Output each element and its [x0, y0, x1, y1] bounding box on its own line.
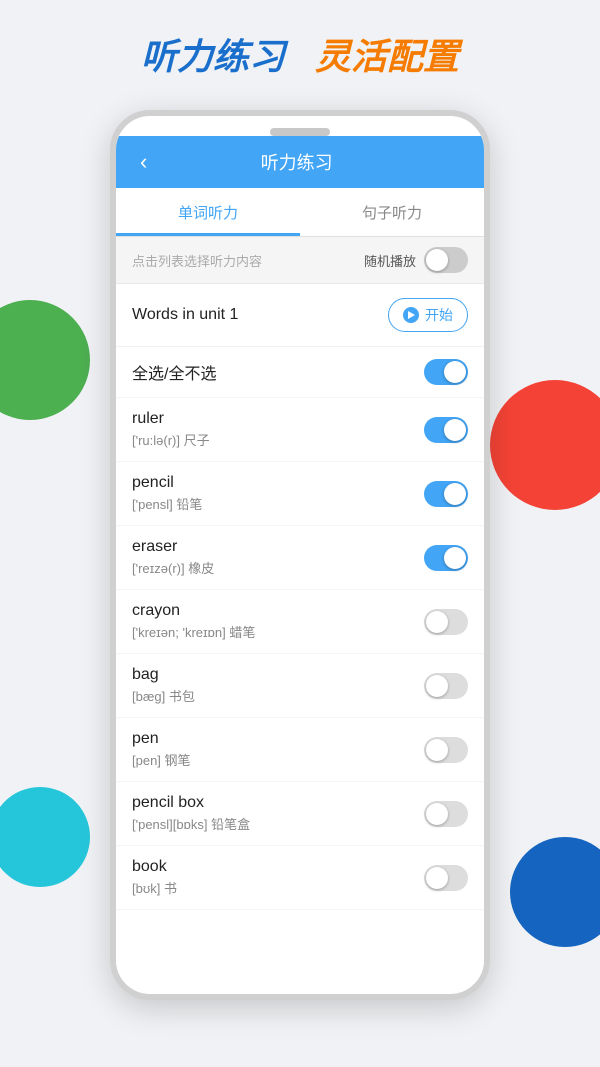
word-en-bag: bag: [132, 666, 195, 684]
word-phonetic-crayon: ['kreɪən; 'kreɪɒn] 蜡笔: [132, 622, 255, 641]
word-en-selectall: 全选/全不选: [132, 360, 216, 384]
word-en-crayon: crayon: [132, 602, 255, 620]
word-phonetic-ruler: ['ru:lə(r)] 尺子: [132, 430, 210, 449]
tab-bar: 单词听力 句子听力: [116, 188, 484, 237]
word-info-crayon: crayon ['kreɪən; 'kreɪɒn] 蜡笔: [132, 602, 255, 641]
word-en-eraser: eraser: [132, 538, 214, 556]
word-phonetic-bag: [bæg] 书包: [132, 686, 195, 705]
toggle-ruler[interactable]: [424, 417, 468, 443]
word-item-pen[interactable]: pen [pen] 钢笔: [116, 718, 484, 782]
word-info-book: book [bʊk] 书: [132, 858, 177, 897]
header-title-orange: 灵活配置: [315, 28, 459, 80]
word-item-crayon[interactable]: crayon ['kreɪən; 'kreɪɒn] 蜡笔: [116, 590, 484, 654]
word-en-book: book: [132, 858, 177, 876]
word-phonetic-pen: [pen] 钢笔: [132, 750, 191, 769]
word-info-selectall: 全选/全不选: [132, 360, 216, 384]
unit-label: Words in unit 1: [132, 306, 238, 324]
word-item-eraser[interactable]: eraser ['reɪzə(r)] 橡皮: [116, 526, 484, 590]
word-en-pencil: pencil: [132, 474, 202, 492]
unit-row: Words in unit 1 开始: [116, 284, 484, 347]
topbar-title: 听力练习: [155, 149, 438, 175]
toggle-book[interactable]: [424, 865, 468, 891]
toolbar-right: 随机播放: [364, 247, 468, 273]
word-en-pen: pen: [132, 730, 191, 748]
word-item-book[interactable]: book [bʊk] 书: [116, 846, 484, 910]
word-phonetic-pencil: ['pensl] 铅笔: [132, 494, 202, 513]
word-item-pencil[interactable]: pencil ['pensl] 铅笔: [116, 462, 484, 526]
phone-frame: ‹ 听力练习 单词听力 句子听力 点击列表选择听力内容 随机播放 Words i…: [110, 110, 490, 1000]
play-triangle: [408, 311, 415, 319]
tab-sentence-listening[interactable]: 句子听力: [300, 188, 484, 236]
deco-circle-green: [0, 300, 90, 420]
random-toggle[interactable]: [424, 247, 468, 273]
toggle-eraser[interactable]: [424, 545, 468, 571]
app-content: ‹ 听力练习 单词听力 句子听力 点击列表选择听力内容 随机播放 Words i…: [116, 136, 484, 982]
word-info-pencilbox: pencil box ['pensl][bɒks] 铅笔盒: [132, 794, 250, 833]
word-en-ruler: ruler: [132, 410, 210, 428]
toggle-pencilbox[interactable]: [424, 801, 468, 827]
toggle-selectall[interactable]: [424, 359, 468, 385]
word-item-selectall[interactable]: 全选/全不选: [116, 347, 484, 398]
header-title-blue: 听力练习: [141, 28, 285, 80]
word-list: 全选/全不选 ruler ['ru:lə(r)] 尺子 pencil ['pen…: [116, 347, 484, 982]
word-phonetic-pencilbox: ['pensl][bɒks] 铅笔盒: [132, 814, 250, 833]
deco-circle-teal: [0, 787, 90, 887]
word-phonetic-eraser: ['reɪzə(r)] 橡皮: [132, 558, 214, 577]
toggle-crayon[interactable]: [424, 609, 468, 635]
page-header: 听力练习 灵活配置: [0, 0, 600, 100]
top-bar: ‹ 听力练习: [116, 136, 484, 188]
word-item-pencilbox[interactable]: pencil box ['pensl][bɒks] 铅笔盒: [116, 782, 484, 846]
word-info-bag: bag [bæg] 书包: [132, 666, 195, 705]
random-label: 随机播放: [364, 251, 416, 270]
word-info-eraser: eraser ['reɪzə(r)] 橡皮: [132, 538, 214, 577]
word-info-ruler: ruler ['ru:lə(r)] 尺子: [132, 410, 210, 449]
start-btn-label: 开始: [425, 305, 453, 325]
word-item-bag[interactable]: bag [bæg] 书包: [116, 654, 484, 718]
word-item-ruler[interactable]: ruler ['ru:lə(r)] 尺子: [116, 398, 484, 462]
play-icon: [403, 307, 419, 323]
word-en-pencilbox: pencil box: [132, 794, 250, 812]
deco-circle-red: [490, 380, 600, 510]
toolbar-row: 点击列表选择听力内容 随机播放: [116, 237, 484, 284]
start-button[interactable]: 开始: [388, 298, 468, 332]
toggle-bag[interactable]: [424, 673, 468, 699]
phone-speaker: [270, 128, 330, 136]
word-info-pen: pen [pen] 钢笔: [132, 730, 191, 769]
toggle-pencil[interactable]: [424, 481, 468, 507]
back-button[interactable]: ‹: [132, 145, 155, 179]
toolbar-hint: 点击列表选择听力内容: [132, 251, 262, 270]
word-info-pencil: pencil ['pensl] 铅笔: [132, 474, 202, 513]
toggle-pen[interactable]: [424, 737, 468, 763]
tab-word-listening[interactable]: 单词听力: [116, 188, 300, 236]
word-phonetic-book: [bʊk] 书: [132, 878, 177, 897]
deco-circle-navy: [510, 837, 600, 947]
